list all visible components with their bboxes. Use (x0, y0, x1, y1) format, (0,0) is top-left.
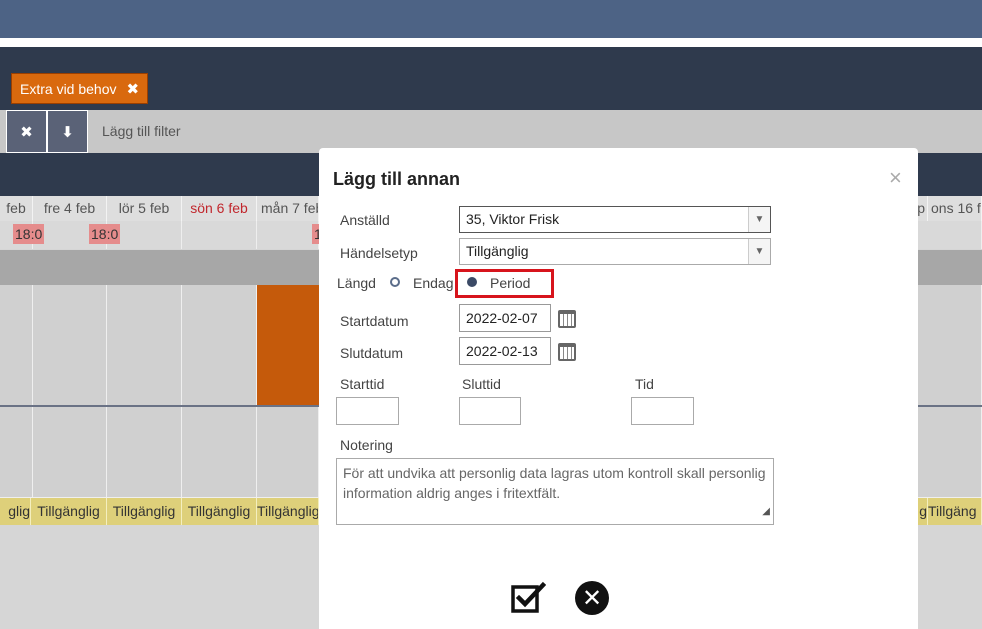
clear-filter-button[interactable]: ✖ (6, 110, 47, 153)
employee-label: Anställd (340, 212, 390, 228)
calendar-cell[interactable] (0, 285, 33, 406)
day-header: lör 5 feb (107, 196, 182, 221)
app-header (0, 0, 982, 38)
close-icon[interactable]: × (889, 165, 902, 191)
start-date-label: Startdatum (340, 313, 409, 329)
calendar-cell[interactable] (0, 407, 33, 498)
calendar-cell[interactable] (33, 285, 107, 406)
availability-cell[interactable]: Tillgänglig (107, 498, 182, 525)
time-badge[interactable]: 18:0 (89, 224, 121, 244)
start-time-label: Starttid (340, 376, 385, 392)
calendar-cell[interactable] (107, 285, 182, 406)
dialog-title: Lägg till annan (333, 169, 461, 189)
calendar-cell[interactable] (182, 285, 257, 406)
event-type-value: Tillgänglig (466, 243, 529, 259)
employee-select[interactable]: 35, Viktor Frisk ▼ (459, 206, 771, 233)
time-badge[interactable]: 18:0 (13, 224, 45, 244)
header-divider (0, 38, 982, 47)
event-type-label: Händelsetyp (340, 245, 418, 261)
note-label: Notering (340, 437, 393, 453)
time-label: Tid (635, 376, 654, 392)
day-header: feb (0, 196, 33, 221)
resize-grip-icon[interactable]: ◢ (762, 502, 770, 522)
time-cell (257, 221, 319, 249)
start-date-input[interactable]: 2022-02-07 (459, 304, 551, 332)
confirm-icon[interactable] (510, 581, 546, 615)
availability-cell[interactable]: Tillgänglig (182, 498, 257, 525)
availability-cell[interactable]: Tillgäng (928, 498, 982, 525)
availability-cell[interactable]: glig (0, 498, 31, 525)
availability-cell[interactable]: Tillgänglig (257, 498, 319, 525)
employee-value: 35, Viktor Frisk (466, 211, 560, 227)
note-placeholder: För att undvika att personlig data lagra… (343, 465, 766, 501)
arrow-down-icon[interactable]: ⬇ (47, 110, 88, 153)
end-date-label: Slutdatum (340, 345, 404, 361)
time-cell (182, 221, 257, 249)
calendar-cell[interactable] (33, 407, 107, 498)
cancel-icon[interactable]: ✕ (575, 581, 609, 615)
day-header: ons 16 f (928, 196, 982, 221)
calendar-icon[interactable] (558, 343, 576, 361)
calendar-icon[interactable] (558, 310, 576, 328)
calendar-cell[interactable] (182, 407, 257, 498)
filter-tag-extra-vid-behov[interactable]: Extra vid behov ✖ (11, 73, 149, 104)
shift-block[interactable] (257, 285, 319, 406)
calendar-cell[interactable] (107, 407, 182, 498)
day-header-sunday: sön 6 feb (182, 196, 257, 221)
availability-cell[interactable]: Tillgänglig (31, 498, 107, 525)
highlight-box (455, 269, 554, 298)
note-textarea[interactable]: För att undvika att personlig data lagra… (336, 458, 774, 525)
time-input[interactable] (631, 397, 694, 425)
end-time-label: Sluttid (462, 376, 501, 392)
remove-tag-icon[interactable]: ✖ (127, 80, 140, 98)
end-time-input[interactable] (459, 397, 521, 425)
calendar-cell[interactable] (257, 407, 319, 498)
day-header: mån 7 feb (257, 196, 319, 221)
event-type-select[interactable]: Tillgänglig ▼ (459, 238, 771, 265)
radio-endag-label[interactable]: Endag (413, 275, 453, 291)
chevron-down-icon[interactable]: ▼ (748, 239, 770, 264)
length-label: Längd (337, 275, 376, 291)
radio-endag[interactable] (390, 277, 400, 287)
add-filter-link[interactable]: Lägg till filter (102, 123, 181, 139)
day-header: fre 4 feb (33, 196, 107, 221)
chevron-down-icon[interactable]: ▼ (748, 207, 770, 232)
filter-tag-label: Extra vid behov (20, 80, 117, 97)
start-time-input[interactable] (336, 397, 399, 425)
end-date-input[interactable]: 2022-02-13 (459, 337, 551, 365)
